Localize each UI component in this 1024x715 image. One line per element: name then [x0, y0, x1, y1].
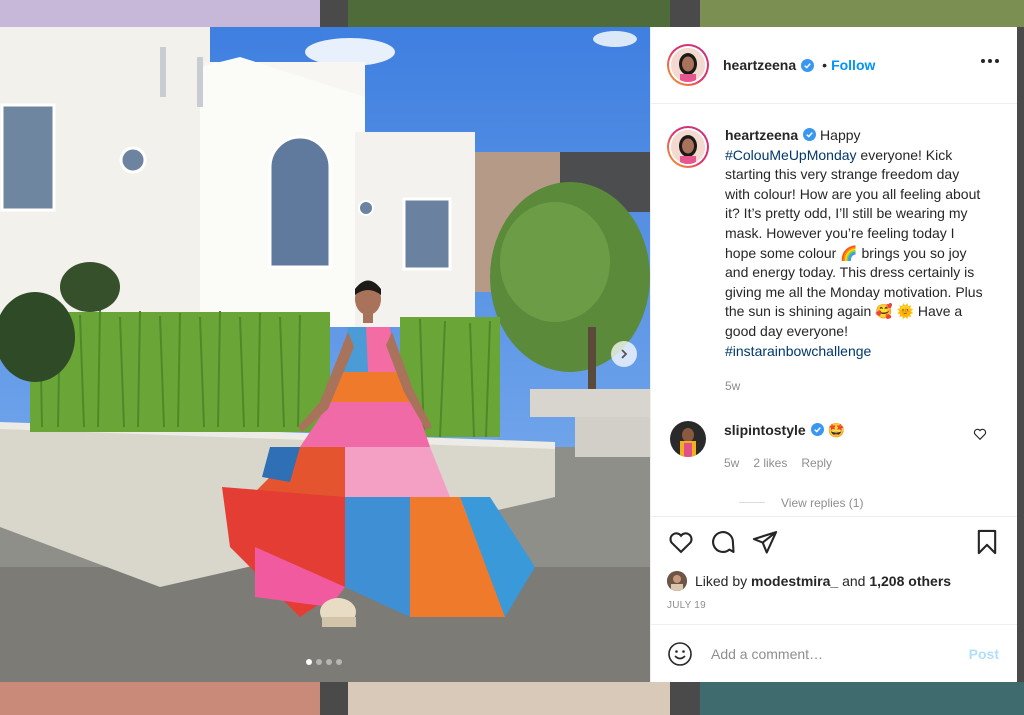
post-sidebar: heartzeena • Follow heartzeena Happy #Co…: [650, 27, 1017, 682]
view-replies-label: View replies (1): [781, 495, 864, 510]
likes-prefix: Liked by: [695, 573, 748, 589]
verified-icon: [810, 422, 824, 436]
comments-list: heartzeena Happy #ColouMeUpMonday everyo…: [651, 104, 1017, 516]
follow-separator: •: [822, 57, 828, 73]
caption-avatar[interactable]: [667, 126, 709, 168]
comment-text: 🤩: [827, 421, 846, 438]
reply-button[interactable]: Reply: [801, 454, 832, 474]
carousel-dot: [306, 659, 312, 665]
grid-thumbnail[interactable]: [700, 682, 1024, 715]
post-header: heartzeena • Follow: [651, 27, 1017, 104]
caption: heartzeena Happy #ColouMeUpMonday everyo…: [667, 126, 1001, 397]
liker-username[interactable]: modestmira_: [751, 573, 838, 589]
carousel-dot: [326, 659, 332, 665]
post-media[interactable]: [0, 27, 650, 682]
emoji-icon[interactable]: [667, 641, 693, 667]
liker-avatar[interactable]: [667, 571, 687, 591]
commenter-username[interactable]: slipintostyle: [724, 422, 806, 438]
grid-thumbnail[interactable]: [0, 682, 320, 715]
caption-username[interactable]: heartzeena: [725, 127, 798, 143]
caption-age[interactable]: 5w: [725, 377, 740, 397]
grid-thumbnail[interactable]: [348, 0, 670, 27]
heart-icon[interactable]: [973, 427, 987, 441]
bookmark-icon[interactable]: [973, 528, 1001, 556]
caption-text: heartzeena Happy #ColouMeUpMonday everyo…: [725, 126, 987, 361]
likes-mid: and: [842, 573, 866, 589]
author-username[interactable]: heartzeena: [723, 57, 796, 73]
follow-button[interactable]: Follow: [831, 57, 875, 73]
comment-composer: Post: [651, 624, 1017, 682]
comment-item: slipintostyle 🤩 5w 2 likes Reply: [667, 420, 1001, 474]
divider: [739, 502, 765, 504]
carousel-dot: [316, 659, 322, 665]
post-comment-button[interactable]: Post: [969, 646, 999, 662]
post-date[interactable]: JULY 19: [651, 596, 1017, 624]
commenter-avatar[interactable]: [670, 420, 706, 457]
post-photo: [0, 27, 650, 682]
likes-summary: Liked by modestmira_ and 1,208 others: [651, 566, 1017, 596]
action-bar: [651, 516, 1017, 566]
hashtag-link[interactable]: #ColouMeUpMonday: [725, 147, 857, 163]
caption-intro: Happy: [820, 127, 861, 143]
next-media-button[interactable]: [611, 341, 637, 367]
grid-thumbnail[interactable]: [0, 0, 320, 27]
carousel-dot: [336, 659, 342, 665]
heart-icon[interactable]: [667, 528, 695, 556]
avatar-image: [671, 48, 705, 82]
verified-icon: [803, 128, 817, 141]
comment-input[interactable]: [711, 645, 951, 662]
more-options-icon[interactable]: [981, 53, 999, 69]
grid-thumbnail[interactable]: [348, 682, 670, 715]
post-modal: heartzeena • Follow heartzeena Happy #Co…: [0, 27, 1017, 682]
author-avatar[interactable]: [667, 44, 709, 86]
comment-likes[interactable]: 2 likes: [753, 454, 787, 474]
grid-thumbnail[interactable]: [700, 0, 1024, 27]
verified-icon: [801, 58, 815, 72]
share-icon[interactable]: [751, 528, 779, 556]
avatar-image: [671, 130, 705, 164]
carousel-indicator: [306, 659, 342, 665]
comment-icon[interactable]: [709, 528, 737, 556]
hashtag-link[interactable]: #instarainbowchallenge: [725, 343, 871, 359]
comment-age[interactable]: 5w: [724, 454, 739, 474]
view-replies-button[interactable]: View replies (1): [739, 496, 1001, 510]
avatar-image: [667, 571, 687, 591]
avatar-image: [670, 420, 706, 457]
chevron-right-icon: [621, 349, 628, 359]
caption-body: everyone! Kick starting this very strang…: [725, 146, 983, 339]
likes-others-link[interactable]: 1,208 others: [869, 573, 951, 589]
